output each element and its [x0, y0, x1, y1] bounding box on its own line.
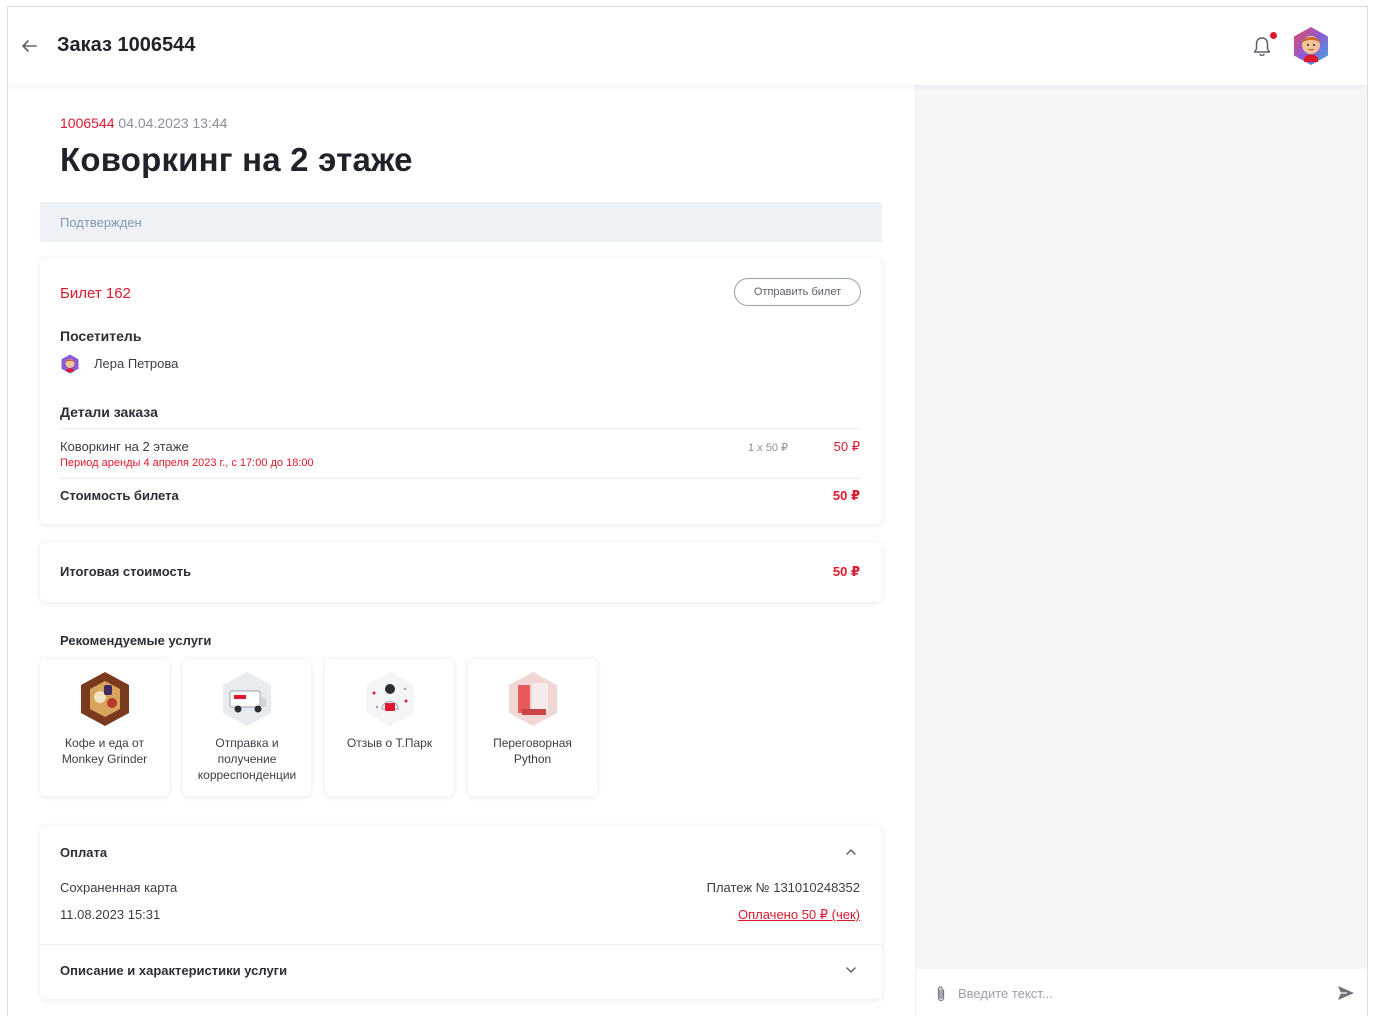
ticket-cost-label: Стоимость билета [60, 488, 179, 503]
page-header-title: Заказ 1006544 [57, 34, 196, 56]
top-bar: Заказ 1006544 [8, 7, 1367, 85]
chat-message-input[interactable] [958, 981, 1318, 1005]
chat-panel [915, 85, 1367, 1016]
chevron-up-icon[interactable] [844, 845, 858, 859]
divider [60, 478, 860, 479]
order-datetime: 04.04.2023 13:44 [118, 115, 228, 131]
payment-heading: Оплата [60, 845, 108, 860]
total-label: Итоговая стоимость [60, 564, 192, 579]
status-bar: Подтвержден [40, 202, 882, 242]
payment-method: Сохраненная карта [60, 880, 178, 895]
service-tile-label: Кофе и еда от Monkey Grinder [61, 736, 148, 766]
service-tile[interactable]: Переговорная Python [468, 659, 597, 796]
chat-input-bar [916, 969, 1367, 1016]
send-icon[interactable] [1336, 984, 1356, 1002]
page-title: Коворкинг на 2 этаже [60, 141, 413, 178]
chevron-down-icon[interactable] [844, 963, 858, 977]
service-tile[interactable]: Кофе и еда от Monkey Grinder [40, 659, 169, 796]
visitor-name: Лера Петрова [94, 356, 179, 371]
line-item-price: 50 ₽ [833, 439, 860, 454]
receipt-link[interactable]: Оплачено 50 ₽ (чек) [738, 907, 860, 923]
line-item-period: Период аренды 4 апреля 2023 г., с 17:00 … [60, 457, 314, 469]
payment-number: Платеж № 131010248352 [706, 880, 860, 895]
service-tile[interactable]: Отзыв о Т.Парк [325, 659, 454, 796]
order-number: 1006544 [60, 115, 115, 131]
user-avatar[interactable] [1291, 26, 1331, 66]
ticket-card: Билет 162 Отправить билет Посетитель Лер… [40, 258, 882, 524]
line-item-quantity: 1 x 50 ₽ [748, 442, 789, 454]
arrow-left-icon[interactable] [18, 35, 40, 57]
order-details-panel: 1006544 04.04.2023 13:44 Коворкинг на 2 … [8, 85, 915, 1016]
service-tile-label: Отзыв о Т.Парк [346, 736, 433, 750]
paperclip-icon[interactable] [934, 985, 948, 1003]
coffee-food-image [81, 672, 129, 726]
divider [40, 944, 882, 945]
recommended-title: Рекомендуемые услуги [60, 633, 212, 648]
service-tile[interactable]: Отправка и получение корреспонденции [183, 659, 311, 796]
notification-dot [1270, 32, 1277, 39]
service-tile-label: Переговорная Python [493, 736, 572, 766]
description-heading[interactable]: Описание и характеристики услуги [60, 963, 287, 978]
delivery-van-image [223, 672, 271, 726]
payment-date: 11.08.2023 15:31 [60, 907, 161, 922]
ticket-cost-value: 50 ₽ [832, 488, 860, 503]
visitor-heading: Посетитель [60, 328, 142, 344]
payment-card: Оплата Сохраненная карта 11.08.2023 15:3… [40, 826, 882, 999]
feedback-image [366, 672, 414, 726]
total-value: 50 ₽ [832, 564, 860, 579]
bell-icon[interactable] [1251, 34, 1273, 58]
order-details-heading: Детали заказа [60, 404, 158, 420]
divider [60, 428, 860, 429]
visitor-avatar [61, 354, 79, 374]
send-ticket-button[interactable]: Отправить билет [734, 278, 861, 306]
line-item-name: Коворкинг на 2 этаже [60, 439, 189, 454]
service-tile-label: Отправка и получение корреспонденции [197, 736, 297, 782]
meeting-room-image [509, 672, 557, 726]
app-window: Заказ 1006544 1006544 04.04.2023 13:44 К… [7, 6, 1368, 1016]
total-card: Итоговая стоимость 50 ₽ [40, 542, 882, 602]
order-meta: 1006544 04.04.2023 13:44 [60, 115, 227, 131]
ticket-number: Билет 162 [60, 285, 131, 302]
status-badge: Подтвержден [60, 215, 142, 230]
